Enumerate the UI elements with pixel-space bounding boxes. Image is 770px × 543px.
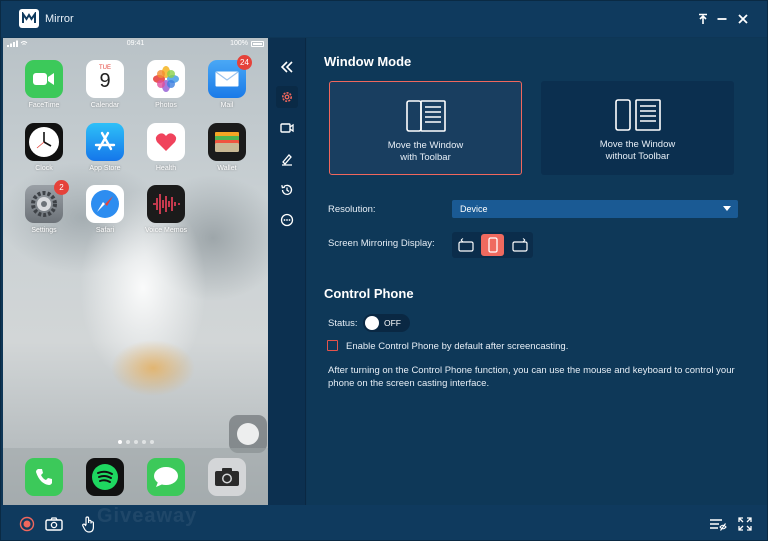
record-button[interactable] bbox=[276, 117, 298, 139]
status-label: Status: bbox=[328, 318, 358, 329]
minimize-icon bbox=[717, 18, 727, 20]
safari-icon bbox=[86, 185, 124, 223]
history-icon bbox=[281, 184, 293, 195]
messages-app-icon[interactable] bbox=[147, 458, 185, 496]
hide-lines-icon bbox=[710, 519, 727, 531]
settings-panel: Window Mode Move the Window with Toolbar… bbox=[307, 38, 767, 505]
history-button[interactable] bbox=[276, 179, 298, 201]
settings-badge: 2 bbox=[54, 180, 69, 195]
app-voice-memos[interactable]: Voice Memos bbox=[141, 185, 191, 234]
battery-percent: 100% bbox=[230, 40, 248, 47]
window-with-toolbar-icon bbox=[330, 100, 521, 132]
mail-icon: 24 bbox=[208, 55, 252, 98]
mirror-window: Mirror 09:41 100% FaceTime TUE 9 Calenda… bbox=[0, 0, 768, 541]
app-mail[interactable]: 24 Mail bbox=[202, 55, 252, 109]
clock-icon bbox=[25, 123, 63, 161]
minimize-button[interactable] bbox=[713, 10, 731, 28]
control-phone-description: After turning on the Control Phone funct… bbox=[328, 365, 735, 389]
page-dot[interactable] bbox=[125, 440, 130, 444]
app-settings[interactable]: 2 Settings bbox=[19, 180, 69, 234]
pen-icon bbox=[282, 154, 292, 166]
hide-toolbar-button[interactable] bbox=[708, 514, 728, 534]
app-title: Mirror bbox=[45, 13, 74, 25]
phone-dock bbox=[3, 448, 268, 505]
app-health[interactable]: Health bbox=[141, 123, 191, 172]
close-icon bbox=[738, 14, 748, 24]
facetime-icon bbox=[25, 60, 63, 98]
app-photos[interactable]: Photos bbox=[141, 60, 191, 109]
portrait-icon bbox=[487, 237, 498, 253]
more-icon bbox=[280, 213, 294, 227]
page-dot[interactable] bbox=[141, 440, 146, 444]
window-without-toolbar-icon bbox=[541, 99, 734, 131]
display-label: Screen Mirroring Display: bbox=[328, 238, 435, 249]
health-icon bbox=[147, 123, 185, 161]
phone-status-bar: 09:41 100% bbox=[3, 38, 268, 50]
app-logo-icon bbox=[19, 9, 39, 28]
title-bar: Mirror bbox=[1, 1, 767, 37]
portrait-button[interactable] bbox=[481, 234, 504, 256]
settings-app-icon: 2 bbox=[25, 180, 69, 223]
collapse-button[interactable] bbox=[276, 56, 298, 78]
screenshot-button[interactable] bbox=[44, 514, 64, 534]
settings-button[interactable] bbox=[276, 86, 298, 108]
phone-time: 09:41 bbox=[126, 40, 145, 47]
bottom-bar: Giveaway bbox=[1, 505, 767, 540]
landscape-right-icon bbox=[511, 238, 528, 252]
window-mode-heading: Window Mode bbox=[324, 54, 412, 69]
touch-control-button[interactable] bbox=[79, 514, 99, 534]
landscape-left-button[interactable] bbox=[454, 234, 477, 256]
page-dot[interactable] bbox=[117, 440, 122, 444]
landscape-left-icon bbox=[457, 238, 474, 252]
battery-icon bbox=[251, 41, 264, 47]
resolution-select[interactable]: Device bbox=[452, 200, 738, 218]
app-calendar[interactable]: TUE 9 Calendar bbox=[80, 60, 130, 109]
double-chevron-left-icon bbox=[280, 61, 293, 73]
mail-badge: 24 bbox=[237, 55, 252, 70]
record-screen-button[interactable] bbox=[17, 514, 37, 534]
display-orientation-group bbox=[452, 232, 533, 258]
record-icon bbox=[19, 516, 35, 532]
camera-icon bbox=[45, 517, 63, 531]
camera-app-icon[interactable] bbox=[208, 458, 246, 496]
side-toolbar bbox=[268, 38, 306, 505]
pin-button[interactable] bbox=[694, 10, 712, 28]
app-store-icon bbox=[86, 123, 124, 161]
enable-control-label[interactable]: Enable Control Phone by default after sc… bbox=[346, 341, 568, 352]
app-safari[interactable]: Safari bbox=[80, 185, 130, 234]
enable-control-checkbox[interactable] bbox=[327, 340, 338, 351]
page-dot[interactable] bbox=[133, 440, 138, 444]
landscape-right-button[interactable] bbox=[508, 234, 531, 256]
calendar-icon: TUE 9 bbox=[86, 60, 124, 98]
voice-memos-icon bbox=[147, 185, 185, 223]
mode-without-toolbar-card[interactable]: Move the Window without Toolbar bbox=[541, 81, 734, 175]
spotify-app-icon[interactable] bbox=[86, 458, 124, 496]
resolution-label: Resolution: bbox=[328, 204, 376, 215]
hand-pointer-icon bbox=[82, 515, 94, 533]
pin-icon bbox=[699, 13, 707, 24]
expand-icon bbox=[738, 517, 752, 531]
phone-app-icon[interactable] bbox=[25, 458, 63, 496]
more-button[interactable] bbox=[276, 209, 298, 231]
app-facetime[interactable]: FaceTime bbox=[19, 60, 69, 109]
photos-icon bbox=[147, 60, 185, 98]
app-app-store[interactable]: App Store bbox=[80, 123, 130, 172]
toggle-knob bbox=[365, 316, 379, 330]
video-camera-icon bbox=[280, 123, 294, 133]
control-phone-heading: Control Phone bbox=[324, 286, 414, 301]
control-phone-toggle[interactable]: OFF bbox=[363, 314, 410, 332]
app-clock[interactable]: Clock bbox=[19, 123, 69, 172]
phone-screen[interactable]: 09:41 100% FaceTime TUE 9 Calendar Photo… bbox=[3, 38, 268, 505]
dropdown-arrow-icon bbox=[723, 206, 731, 211]
wallet-icon bbox=[208, 123, 246, 161]
draw-button[interactable] bbox=[276, 148, 298, 170]
gear-icon bbox=[282, 92, 292, 102]
mode-with-toolbar-card[interactable]: Move the Window with Toolbar bbox=[329, 81, 522, 175]
watermark-text: Giveaway bbox=[97, 505, 198, 527]
close-button[interactable] bbox=[734, 10, 752, 28]
page-dot[interactable] bbox=[149, 440, 154, 444]
fullscreen-button[interactable] bbox=[735, 514, 755, 534]
app-wallet[interactable]: Wallet bbox=[202, 123, 252, 172]
